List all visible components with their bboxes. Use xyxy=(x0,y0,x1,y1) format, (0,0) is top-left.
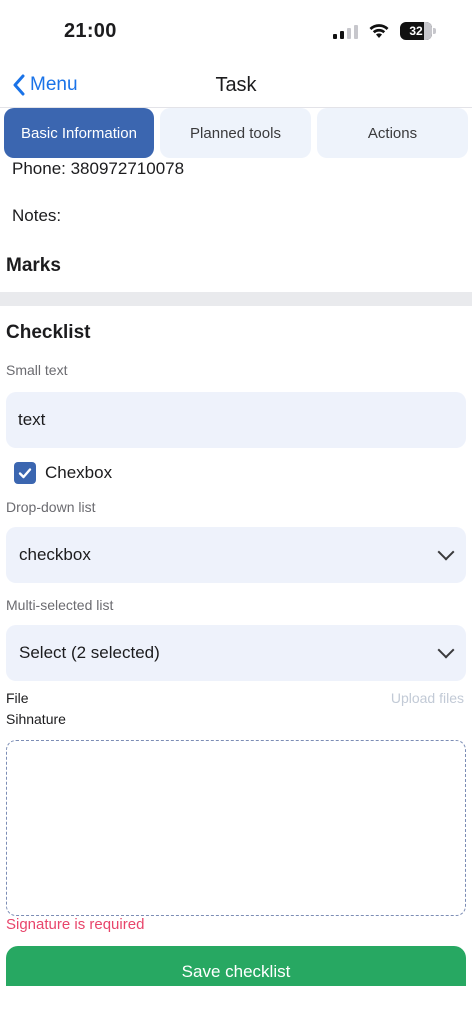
phone-text: Phone: 380972710078 xyxy=(12,159,185,178)
battery-icon: 32 xyxy=(400,22,436,40)
chevron-down-icon xyxy=(437,641,455,659)
dropdown-label: Drop-down list xyxy=(6,499,96,515)
checkbox-label: Chexbox xyxy=(45,463,113,482)
cellular-signal-icon xyxy=(333,23,358,39)
notes-text: Notes: xyxy=(12,206,62,225)
checkbox-checked-icon[interactable] xyxy=(14,462,36,484)
small-text-input[interactable]: text xyxy=(6,392,466,448)
wifi-icon xyxy=(369,24,389,38)
tab-basic-information[interactable]: Basic Information xyxy=(4,108,154,158)
section-divider xyxy=(0,292,472,306)
battery-level: 32 xyxy=(409,24,423,38)
file-label: File xyxy=(6,690,29,706)
dropdown-select[interactable]: checkbox xyxy=(6,527,466,583)
small-text-label: Small text xyxy=(6,362,68,378)
signature-error: Signature is required xyxy=(6,916,145,933)
signature-pad[interactable] xyxy=(6,740,466,916)
tab-bar: Basic Information Planned tools Actions xyxy=(0,108,472,160)
status-bar: 21:00 32 xyxy=(0,0,472,64)
signature-label: Sihnature xyxy=(6,711,66,727)
multi-select[interactable]: Select (2 selected) xyxy=(6,625,466,681)
chevron-down-icon xyxy=(437,543,455,561)
multi-select-value: Select (2 selected) xyxy=(19,643,160,662)
status-icons: 32 xyxy=(333,22,436,40)
page-title: Task xyxy=(215,74,257,96)
bottom-safe-area xyxy=(0,986,472,1024)
tab-planned-tools[interactable]: Planned tools xyxy=(160,108,311,158)
upload-files-button[interactable]: Upload files xyxy=(391,690,464,706)
multi-select-label: Multi-selected list xyxy=(6,597,114,613)
marks-title: Marks xyxy=(6,255,61,276)
status-time: 21:00 xyxy=(64,20,117,42)
tab-actions[interactable]: Actions xyxy=(317,108,468,158)
basic-info-card: Phone: 380972710078 Notes: Marks xyxy=(0,140,472,290)
nav-bar: Menu Task xyxy=(0,64,472,108)
file-row: File Upload files xyxy=(6,690,464,706)
chexbox-checkbox[interactable]: Chexbox xyxy=(14,462,112,484)
checklist-title: Checklist xyxy=(6,322,91,343)
dropdown-value: checkbox xyxy=(19,545,91,564)
